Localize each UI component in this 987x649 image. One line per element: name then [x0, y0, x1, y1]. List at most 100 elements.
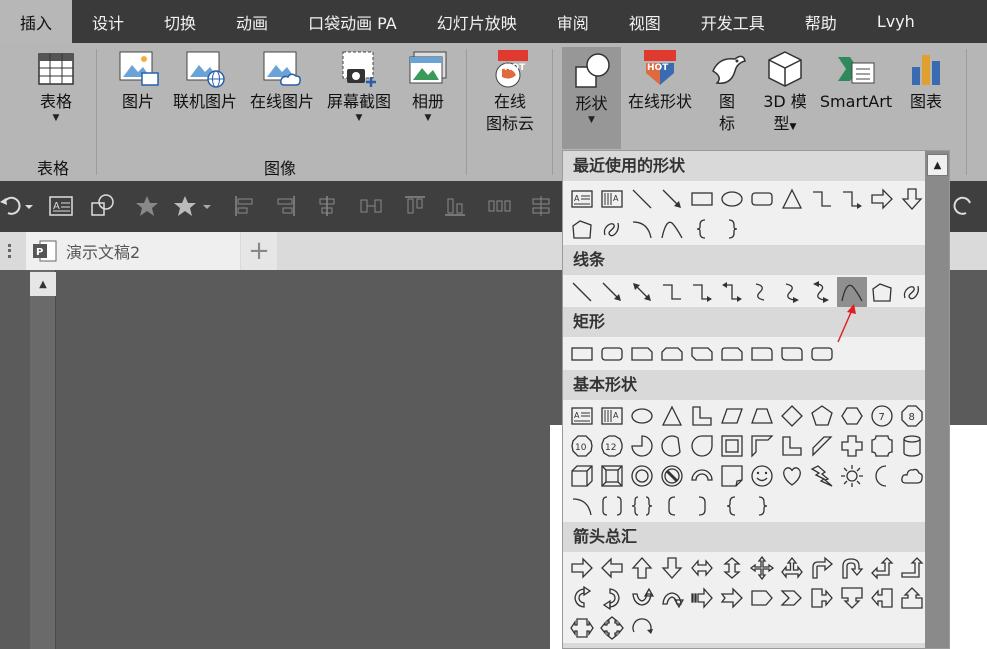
shape-round2[interactable] — [777, 339, 807, 369]
table-button[interactable]: 表格 ▼ — [24, 49, 88, 123]
shape-line[interactable] — [627, 184, 657, 214]
shape-left-callout[interactable] — [867, 583, 897, 613]
shape-round1[interactable] — [747, 339, 777, 369]
shape-right-arrow[interactable] — [567, 553, 597, 583]
shape-snip-round[interactable] — [717, 339, 747, 369]
tab-user[interactable]: Lvyh — [857, 0, 935, 43]
shape-rbrace[interactable] — [747, 491, 777, 521]
shape-scribble[interactable] — [897, 277, 927, 307]
shape-scribble[interactable] — [597, 214, 627, 244]
shape-rect[interactable] — [567, 339, 597, 369]
shape-notched-right[interactable] — [717, 583, 747, 613]
vertical-scrollbar[interactable]: ▲ — [30, 270, 56, 649]
shape-oval[interactable] — [717, 184, 747, 214]
shape-up-callout[interactable] — [897, 583, 927, 613]
tab-transitions[interactable]: 切换 — [144, 0, 216, 43]
shape-down-arrow[interactable] — [897, 184, 927, 214]
document-tab[interactable]: P 演示文稿2 — [26, 232, 240, 270]
shape-right-callout[interactable] — [807, 583, 837, 613]
shape-chevron[interactable] — [777, 583, 807, 613]
shape-curve[interactable] — [657, 214, 687, 244]
shape-no-symbol[interactable] — [657, 461, 687, 491]
tab-design[interactable]: 设计 — [72, 0, 144, 43]
shape-teardrop[interactable] — [687, 431, 717, 461]
shape-lr-callout[interactable] — [567, 613, 597, 643]
shape-heptagon[interactable]: 7 — [867, 401, 897, 431]
shape-quad-arrow[interactable] — [747, 553, 777, 583]
shape-oval[interactable] — [627, 401, 657, 431]
shape-l-shape[interactable] — [687, 401, 717, 431]
shape-curved-down[interactable] — [657, 583, 687, 613]
tab-help[interactable]: 帮助 — [785, 0, 857, 43]
distribute-vertical-icon[interactable] — [486, 193, 512, 219]
shape-left-arrow[interactable] — [597, 553, 627, 583]
shape-bevel[interactable] — [597, 461, 627, 491]
screenshot-button[interactable]: 屏幕截图 ▼ — [322, 49, 396, 123]
shape-triangle[interactable] — [657, 401, 687, 431]
shapes-button[interactable]: 形状 ▼ — [562, 47, 621, 149]
shape-octagon[interactable]: 8 — [897, 401, 927, 431]
redo-icon[interactable] — [948, 193, 974, 219]
shape-l-shape[interactable] — [777, 431, 807, 461]
shape-arrow-line[interactable] — [657, 184, 687, 214]
shape-elbow-arrow[interactable] — [837, 184, 867, 214]
tab-animations[interactable]: 动画 — [216, 0, 288, 43]
shape-moon[interactable] — [867, 461, 897, 491]
shape-pentagon[interactable] — [807, 401, 837, 431]
shape-curve-conn[interactable] — [747, 277, 777, 307]
shape-curved-left[interactable] — [597, 583, 627, 613]
tab-developer[interactable]: 开发工具 — [681, 0, 785, 43]
scroll-up-arrow-icon[interactable]: ▲ — [927, 154, 948, 176]
chevron-down-icon[interactable] — [200, 193, 214, 219]
star-effect-icon[interactable] — [134, 193, 160, 219]
shape-pie[interactable] — [627, 431, 657, 461]
new-tab-button[interactable]: + — [241, 232, 277, 270]
chevron-down-icon[interactable] — [22, 193, 36, 219]
shape-trapezoid[interactable] — [747, 401, 777, 431]
shape-chord[interactable] — [657, 431, 687, 461]
shape-lr-arrow[interactable] — [687, 553, 717, 583]
tab-slideshow[interactable]: 幻灯片放映 — [417, 0, 537, 43]
shape-arrow-line[interactable] — [597, 277, 627, 307]
shape-plus[interactable] — [837, 431, 867, 461]
shape-elbow[interactable] — [657, 277, 687, 307]
shape-cube[interactable] — [567, 461, 597, 491]
shape-bent-up-arrow[interactable] — [897, 553, 927, 583]
shape-block-arc[interactable] — [687, 461, 717, 491]
icons-button[interactable]: 图 标 — [705, 49, 749, 135]
online-icons-button[interactable]: HOT 在线 图标云 — [476, 49, 544, 135]
shape-vtextbox[interactable]: A — [597, 401, 627, 431]
shape-line[interactable] — [567, 277, 597, 307]
shape-snip3[interactable] — [687, 339, 717, 369]
align-left-icon[interactable] — [232, 193, 258, 219]
shape-curve-conn-arrow[interactable] — [777, 277, 807, 307]
shape-elbow-arrow[interactable] — [687, 277, 717, 307]
tab-review[interactable]: 审阅 — [537, 0, 609, 43]
align-middle-icon[interactable] — [528, 193, 554, 219]
shape-can[interactable] — [897, 431, 927, 461]
shape-lbracket[interactable] — [657, 491, 687, 521]
shape-down-callout[interactable] — [837, 583, 867, 613]
picture-button[interactable]: 图片 — [112, 49, 164, 113]
online-picture-button[interactable]: 联机图片 — [168, 49, 242, 113]
shape-curved-right[interactable] — [567, 583, 597, 613]
shape-lru-arrow[interactable] — [777, 553, 807, 583]
shape-lbrace[interactable] — [717, 491, 747, 521]
shape-smiley[interactable] — [747, 461, 777, 491]
shape-textbox[interactable]: A — [567, 184, 597, 214]
tab-pocket-animation[interactable]: 口袋动画 PA — [288, 0, 417, 43]
shape-sun[interactable] — [837, 461, 867, 491]
shape-plaque[interactable] — [867, 431, 897, 461]
shape-circular-arrow[interactable] — [627, 613, 657, 643]
shape-right-arrow[interactable] — [867, 184, 897, 214]
shape-left-up-arrow[interactable] — [867, 553, 897, 583]
shape-rect[interactable] — [687, 184, 717, 214]
shape-decagon[interactable]: 10 — [567, 431, 597, 461]
shape-donut[interactable] — [627, 461, 657, 491]
shape-arc[interactable] — [567, 491, 597, 521]
shape-up-arrow[interactable] — [627, 553, 657, 583]
shape-vtextbox[interactable]: A — [597, 184, 627, 214]
shape-dbl-bracket[interactable] — [597, 491, 627, 521]
smartart-button[interactable]: SmartArt — [814, 49, 898, 113]
shape-down-arrow[interactable] — [657, 553, 687, 583]
